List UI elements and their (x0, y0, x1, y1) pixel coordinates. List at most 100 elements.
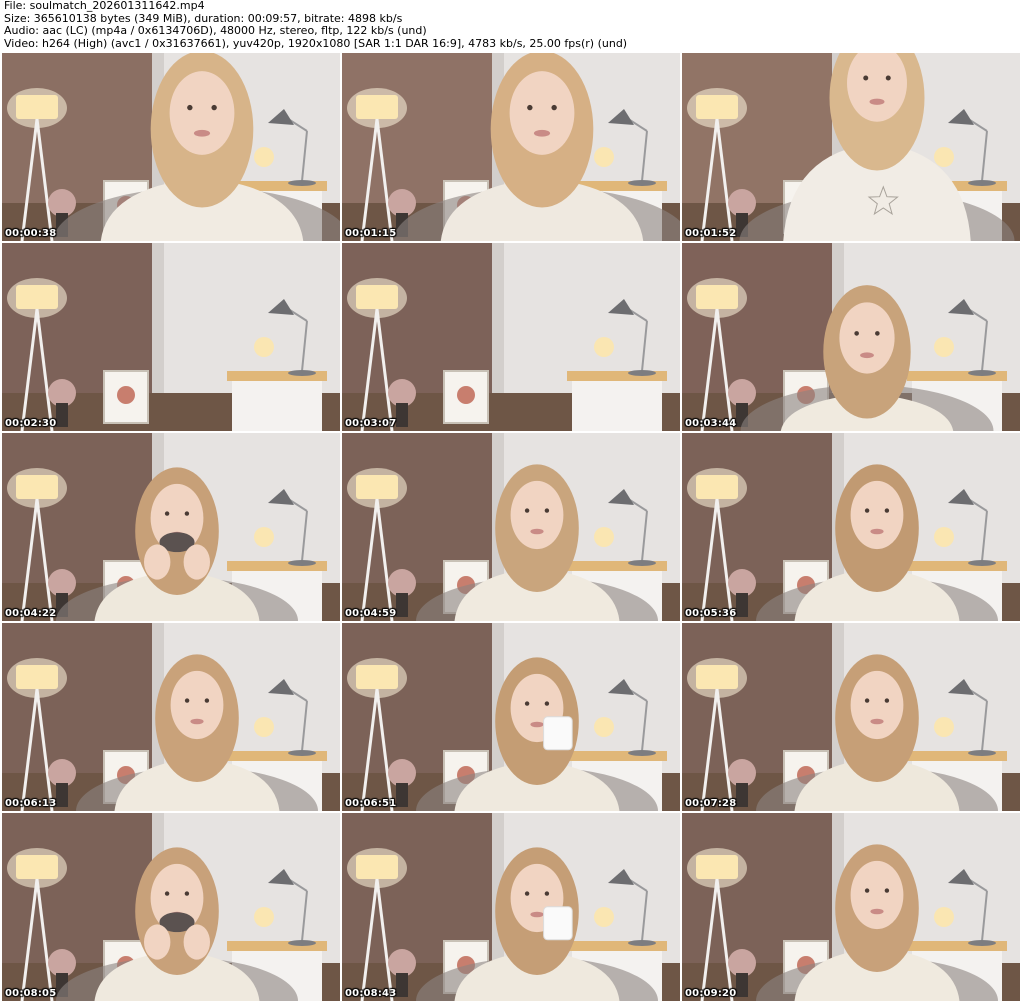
table-lamp-glow (934, 527, 954, 547)
eye (524, 701, 530, 706)
thumbnail-timestamp: 00:08:05 (5, 988, 57, 999)
desk-lamp-base (628, 180, 656, 186)
flower-bouquet (728, 569, 756, 597)
desk-lamp-base (968, 560, 996, 566)
eye (184, 891, 190, 896)
eye (527, 104, 533, 111)
thumbnail-image (682, 813, 1020, 1001)
face (509, 71, 575, 155)
thumbnail-image (682, 53, 1020, 241)
eye (854, 331, 859, 336)
flower-bouquet (728, 759, 756, 787)
thumbnail-timestamp: 00:09:20 (685, 988, 737, 999)
floor-lamp-shade (696, 285, 738, 309)
thumbnail-frame: 00:03:07 (342, 243, 680, 431)
thumbnail-timestamp: 00:01:15 (345, 228, 397, 239)
floor-lamp-shade (16, 475, 58, 499)
lips (530, 528, 544, 535)
table-lamp-glow (594, 527, 614, 547)
eye (551, 104, 557, 111)
eye (884, 698, 890, 703)
face (170, 670, 224, 740)
thumbnail-image (342, 433, 680, 621)
flower-bouquet (388, 949, 416, 977)
thumbnail-image (2, 813, 340, 1001)
flower-vase (396, 783, 408, 807)
eye (184, 698, 190, 703)
table-lamp-glow (594, 147, 614, 167)
table-lamp-glow (594, 907, 614, 927)
flower-vase (56, 403, 68, 427)
picture-flower (117, 386, 135, 404)
hand (144, 544, 171, 580)
eye (184, 511, 190, 516)
flower-bouquet (388, 379, 416, 407)
face (510, 480, 564, 550)
table-lamp-glow (254, 147, 274, 167)
flower-bouquet (728, 379, 756, 407)
flower-vase (56, 783, 68, 807)
eye (864, 698, 870, 703)
desk-lamp-base (288, 560, 316, 566)
thumbnail-frame: 00:08:05 (2, 813, 340, 1001)
flower-bouquet (728, 949, 756, 977)
table-lamp-glow (254, 337, 274, 357)
flower-bouquet (48, 379, 76, 407)
eye (544, 891, 550, 896)
floor-lamp-shade (356, 95, 398, 119)
thumbnail-image (682, 243, 1020, 431)
flower-bouquet (388, 569, 416, 597)
thumbnail-timestamp: 00:05:36 (685, 608, 737, 619)
hand (183, 544, 210, 580)
eye (864, 508, 870, 513)
thumbnail-timestamp: 00:07:28 (685, 798, 737, 809)
thumbnail-frame: 00:09:20 (682, 813, 1020, 1001)
floor-lamp-shade (356, 285, 398, 309)
thumbnail-timestamp: 00:02:30 (5, 418, 57, 429)
hand (144, 924, 171, 960)
flower-bouquet (48, 569, 76, 597)
thumbnail-image (342, 53, 680, 241)
eye (544, 508, 550, 513)
thumbnail-frame: 00:05:36 (682, 433, 1020, 621)
eye (544, 701, 550, 706)
eye (524, 891, 530, 896)
eye (164, 891, 170, 896)
file-size-line: Size: 365610138 bytes (349 MiB), duratio… (4, 12, 403, 25)
side-table-body (232, 381, 322, 431)
thumbnail-timestamp: 00:08:43 (345, 988, 397, 999)
desk-lamp-base (968, 180, 996, 186)
floor-lamp-shade (356, 475, 398, 499)
thumbnail-image (2, 433, 340, 621)
desk-lamp-base (288, 180, 316, 186)
lips (860, 352, 874, 359)
table-lamp-glow (934, 147, 954, 167)
audio-info-line: Audio: aac (LC) (mp4a / 0x6134706D), 480… (4, 25, 427, 37)
thumbnail-timestamp: 00:03:44 (685, 418, 737, 429)
desk-lamp-base (628, 560, 656, 566)
flower-bouquet (48, 759, 76, 787)
face (169, 71, 235, 155)
mug (543, 716, 573, 751)
floor-lamp-shade (356, 665, 398, 689)
table-lamp-glow (254, 907, 274, 927)
table-lamp-glow (934, 907, 954, 927)
floor-lamp-shade (16, 855, 58, 879)
lips (190, 718, 204, 725)
thumbnail-timestamp: 00:04:22 (5, 608, 57, 619)
flower-vase (736, 783, 748, 807)
picture-flower (457, 386, 475, 404)
thumbnail-image (682, 623, 1020, 811)
floor-lamp-shade (356, 855, 398, 879)
floor-lamp-shade (696, 855, 738, 879)
thumbnail-timestamp: 00:00:38 (5, 228, 57, 239)
thumbnail-image (342, 243, 680, 431)
floor-lamp-shade (696, 475, 738, 499)
desk-lamp-base (628, 750, 656, 756)
thumbnail-frame: 00:06:13 (2, 623, 340, 811)
thumbnail-frame: 00:03:44 (682, 243, 1020, 431)
table-lamp-glow (594, 337, 614, 357)
thumbnail-frame: 00:06:51 (342, 623, 680, 811)
table-lamp-glow (934, 337, 954, 357)
desk-lamp-base (968, 370, 996, 376)
